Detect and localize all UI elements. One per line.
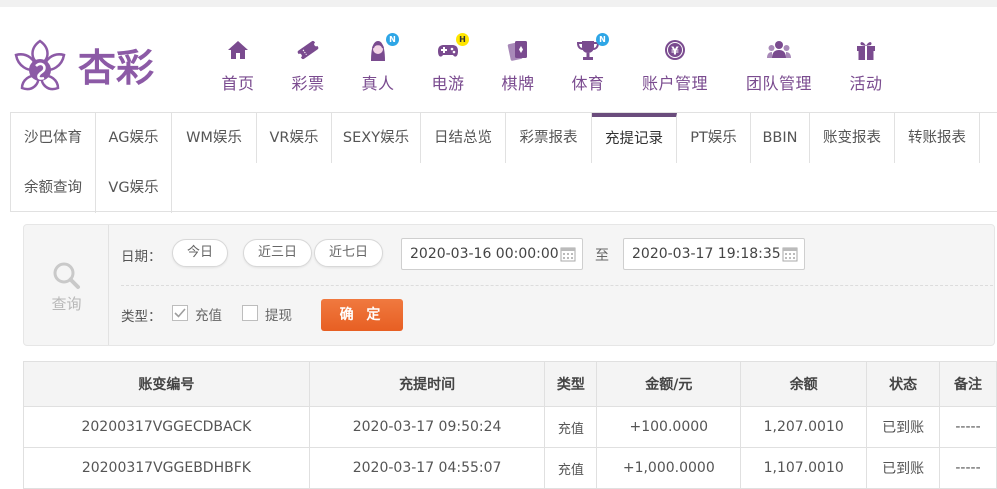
- date-label: 日期：: [121, 249, 162, 265]
- report-tabs: 沙巴体育 AG娱乐 WM娱乐 VR娱乐 SEXY娱乐 日结总览 彩票报表 充提记…: [10, 112, 997, 213]
- nav-item-chess-cards[interactable]: 棋牌: [500, 37, 536, 97]
- tab-vr[interactable]: VR娱乐: [257, 113, 332, 163]
- logo-wordmark: 杏彩: [78, 45, 154, 90]
- tab-ag[interactable]: AG娱乐: [96, 113, 172, 163]
- start-date-input[interactable]: 2020-03-16 00:00:00: [401, 238, 583, 270]
- hot-badge: H: [456, 33, 469, 46]
- time-cell: 2020-03-17 09:50:24: [308, 406, 546, 448]
- deposit-checkbox[interactable]: [172, 305, 188, 321]
- search-icon: [53, 262, 80, 289]
- range-today-button[interactable]: 今日: [172, 239, 229, 267]
- range-3-days-button[interactable]: 近三日: [243, 239, 313, 267]
- column-header-amount: 金额/元: [596, 361, 742, 407]
- end-date-input[interactable]: 2020-03-17 19:18:35: [623, 238, 805, 270]
- filter-panel: 查询 日期： 今日 近三日 近七日 2020-03-16 00:00:00 至 …: [23, 224, 995, 346]
- remark-cell: -----: [939, 447, 997, 489]
- nav-label: 体育: [571, 74, 605, 93]
- balance-cell: 1,107.0010: [740, 447, 868, 489]
- nav-item-egames[interactable]: H 电游: [430, 33, 469, 97]
- tab-transfer-report[interactable]: 转账报表: [895, 113, 980, 163]
- calendar-icon: [782, 247, 798, 262]
- table-header-row: 账变编号 充提时间 类型 金额/元 余额 状态 备注: [23, 361, 997, 407]
- withdraw-checkbox[interactable]: [242, 305, 258, 321]
- new-badge: N: [596, 33, 609, 46]
- checkmark-icon: [174, 308, 186, 318]
- query-sidebar[interactable]: 查询: [24, 225, 109, 345]
- table-row: 20200317VGGECDBACK 2020-03-17 09:50:24 充…: [23, 406, 997, 448]
- tab-bbin[interactable]: BBIN: [751, 113, 810, 163]
- nav-label: 首页: [221, 74, 255, 93]
- gamepad-icon: H: [435, 33, 469, 63]
- column-header-remark: 备注: [939, 361, 997, 407]
- brand-logo[interactable]: 杏彩: [10, 35, 170, 101]
- query-label: 查询: [51, 295, 82, 313]
- divider: [121, 285, 993, 286]
- lottery-ticket-icon: [295, 37, 321, 63]
- status-cell: 已到账: [866, 406, 941, 448]
- tab-vg[interactable]: VG娱乐: [96, 163, 172, 213]
- column-header-time: 充提时间: [308, 361, 546, 407]
- transaction-id-cell: 20200317VGGEBDHBFK: [23, 447, 310, 489]
- type-cell: 充值: [544, 406, 598, 448]
- nav-label: 账户管理: [641, 74, 708, 93]
- nav-label: 活动: [849, 74, 883, 93]
- table-row: 20200317VGGEBDHBFK 2020-03-17 04:55:07 充…: [23, 447, 997, 489]
- top-header: 杏彩 首页 彩票 N 真人 H 电游 棋牌 N 体育 ¥ 账户管理 团队管理 活…: [0, 0, 997, 112]
- column-header-type: 类型: [544, 361, 598, 407]
- nav-item-home[interactable]: 首页: [220, 37, 256, 97]
- tab-wm[interactable]: WM娱乐: [172, 113, 257, 163]
- nav-item-lottery[interactable]: 彩票: [290, 37, 326, 97]
- nav-item-team[interactable]: 团队管理: [744, 37, 814, 97]
- nav-item-live[interactable]: N 真人: [360, 33, 399, 97]
- to-label: 至: [595, 248, 609, 264]
- type-label: 类型：: [121, 309, 162, 325]
- nav-label: 彩票: [291, 74, 325, 93]
- remark-cell: -----: [939, 406, 997, 448]
- amount-cell: +100.0000: [596, 406, 742, 448]
- tab-lottery-report[interactable]: 彩票报表: [506, 113, 592, 163]
- transaction-id-cell: 20200317VGGECDBACK: [23, 406, 310, 448]
- tab-balance-change-report[interactable]: 账变报表: [810, 113, 895, 163]
- deposit-checkbox-label: 充值: [195, 308, 222, 324]
- status-cell: 已到账: [866, 447, 941, 489]
- nav-label: 真人: [361, 74, 395, 93]
- nav-label: 棋牌: [501, 74, 535, 93]
- column-header-balance: 余额: [740, 361, 868, 407]
- balance-cell: 1,207.0010: [740, 406, 868, 448]
- confirm-button[interactable]: 确 定: [321, 299, 403, 331]
- column-header-status: 状态: [866, 361, 941, 407]
- tab-sexy[interactable]: SEXY娱乐: [332, 113, 421, 163]
- trophy-icon: N: [575, 33, 609, 63]
- calendar-icon: [560, 247, 576, 262]
- nav-label: 团队管理: [745, 74, 812, 93]
- tab-daily-summary[interactable]: 日结总览: [421, 113, 506, 163]
- nav-item-sports[interactable]: N 体育: [570, 33, 609, 97]
- nav-item-account[interactable]: ¥ 账户管理: [640, 37, 710, 97]
- cards-icon: [505, 37, 531, 63]
- team-icon: [766, 37, 792, 63]
- live-dealer-icon: N: [365, 33, 399, 63]
- home-icon: [225, 37, 251, 63]
- new-badge: N: [386, 33, 399, 46]
- records-table: 账变编号 充提时间 类型 金额/元 余额 状态 备注 20200317VGGEC…: [23, 361, 997, 489]
- time-cell: 2020-03-17 04:55:07: [308, 447, 546, 489]
- tab-shaba-sports[interactable]: 沙巴体育: [11, 113, 96, 163]
- start-date-value: 2020-03-16 00:00:00: [410, 246, 559, 262]
- svg-text:¥: ¥: [671, 45, 679, 58]
- yen-coin-icon: ¥: [662, 37, 688, 63]
- nav-label: 电游: [431, 74, 465, 93]
- column-header-transaction-id: 账变编号: [23, 361, 310, 407]
- range-7-days-button[interactable]: 近七日: [314, 239, 384, 267]
- withdraw-checkbox-label: 提现: [265, 308, 292, 324]
- tab-balance-query[interactable]: 余额查询: [11, 163, 96, 213]
- type-cell: 充值: [544, 447, 598, 489]
- tab-pt[interactable]: PT娱乐: [677, 113, 751, 163]
- gift-icon: [853, 37, 879, 63]
- tab-deposit-withdraw-records[interactable]: 充提记录: [592, 113, 677, 163]
- amount-cell: +1,000.0000: [596, 447, 742, 489]
- end-date-value: 2020-03-17 19:18:35: [632, 246, 781, 262]
- nav-item-promotions[interactable]: 活动: [848, 37, 884, 97]
